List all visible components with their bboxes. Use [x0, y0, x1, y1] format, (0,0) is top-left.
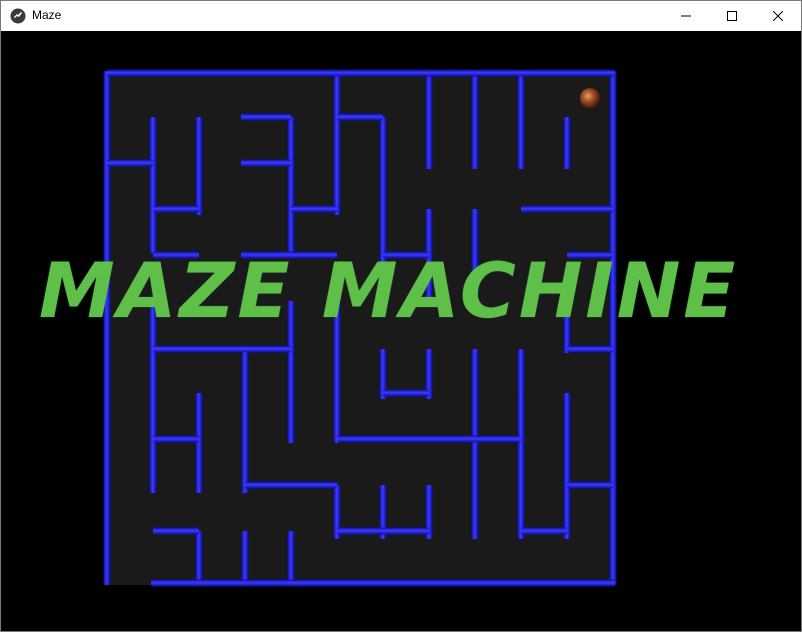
maze-wall-vertical	[195, 117, 203, 215]
maze-wall-horizontal	[291, 205, 337, 213]
maze-wall-vertical	[425, 71, 433, 169]
maze-wall-horizontal	[153, 527, 199, 535]
maze-wall-horizontal	[153, 435, 199, 443]
app-icon	[10, 8, 26, 24]
window-title: Maze	[32, 8, 62, 22]
minimize-button[interactable]	[663, 1, 709, 31]
ball-sprite[interactable]	[580, 88, 600, 108]
maze-wall-horizontal	[521, 205, 613, 213]
close-button[interactable]	[755, 1, 801, 31]
maze-wall-horizontal	[241, 159, 291, 167]
maze-wall-vertical	[149, 117, 157, 253]
maximize-button[interactable]	[709, 1, 755, 31]
maze-wall-horizontal	[383, 389, 429, 397]
maze-wall-horizontal	[567, 481, 613, 489]
maze-wall-vertical	[517, 71, 525, 169]
title-bar[interactable]: Maze	[1, 1, 801, 31]
close-icon	[773, 11, 783, 21]
maze-wall-vertical	[241, 349, 249, 493]
maze-wall-horizontal	[241, 113, 291, 121]
maze-wall-vertical	[517, 349, 525, 393]
maze-wall-vertical	[563, 117, 571, 169]
maze-wall-horizontal	[245, 481, 337, 489]
maze-wall-vertical	[195, 393, 203, 493]
maze-wall-vertical	[195, 531, 203, 585]
maze-wall-horizontal	[337, 113, 383, 121]
maximize-icon	[727, 11, 737, 21]
maze-wall-horizontal	[151, 579, 615, 587]
maze-wall-horizontal	[337, 527, 429, 535]
maze-wall-vertical	[241, 531, 249, 585]
maze-wall-horizontal	[153, 345, 245, 353]
maze-wall-horizontal	[245, 345, 291, 353]
maze-wall-horizontal	[521, 527, 567, 535]
game-canvas[interactable]: MAZE MACHINE	[1, 31, 801, 631]
maze-wall-vertical	[517, 393, 525, 539]
maze-wall-vertical	[471, 71, 479, 169]
maze-wall-horizontal	[153, 205, 199, 213]
app-window: Maze MAZE MACHINE	[0, 0, 802, 632]
maze-wall-horizontal	[107, 69, 615, 77]
maze-wall-horizontal	[337, 435, 521, 443]
maze-wall-vertical	[333, 71, 341, 215]
maze-wall-horizontal	[107, 159, 153, 167]
maze-machine-banner: MAZE MACHINE	[39, 246, 739, 335]
maze-wall-vertical	[287, 531, 295, 585]
minimize-icon	[681, 15, 691, 17]
maze-wall-horizontal	[567, 345, 613, 353]
maze-wall-vertical	[471, 349, 479, 539]
maze-wall-vertical	[287, 117, 295, 253]
maze-wall-vertical	[563, 393, 571, 539]
